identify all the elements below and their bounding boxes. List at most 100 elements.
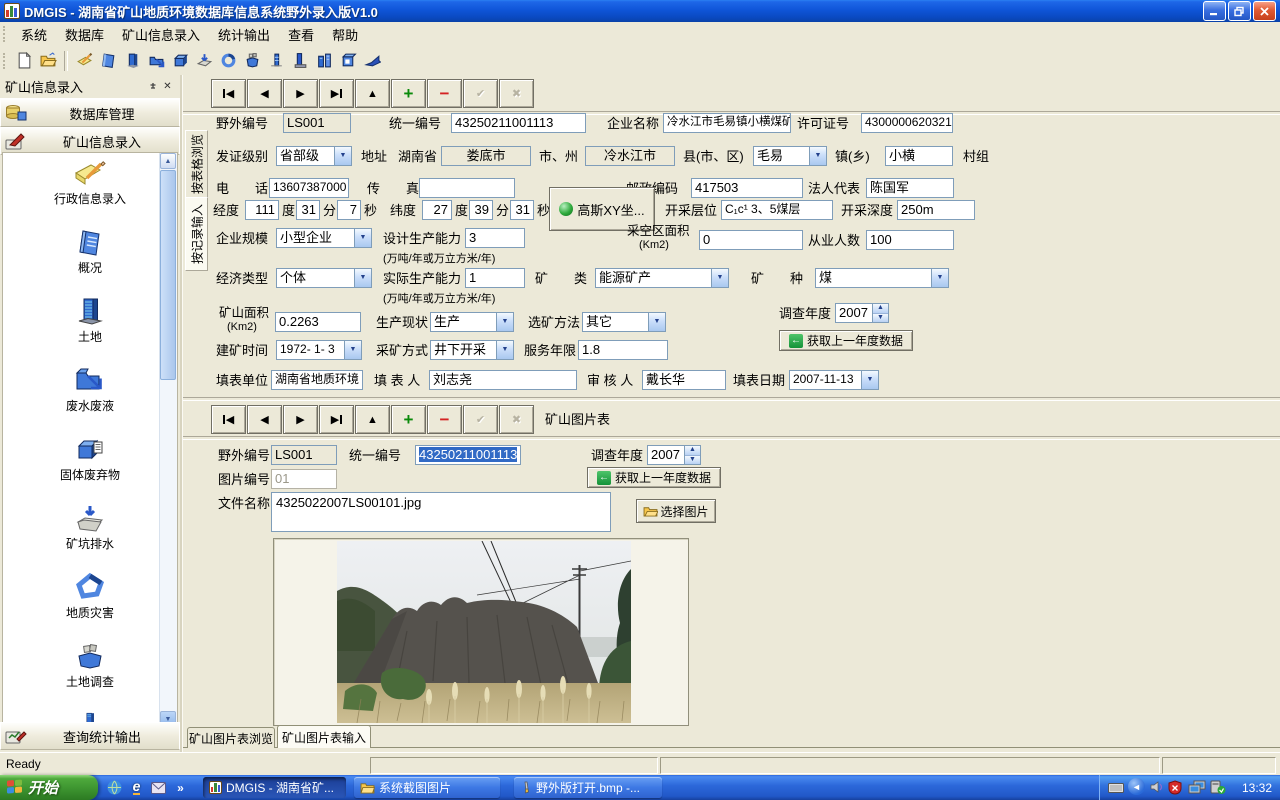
menu-mine-info-entry[interactable]: 矿山信息录入 <box>113 23 209 46</box>
field-ksmj[interactable]: 0.2263 <box>275 312 361 332</box>
panel-close-icon[interactable]: ✕ <box>160 80 175 94</box>
field-tybh[interactable]: 43250211001113 <box>451 113 586 133</box>
chevron-down-icon[interactable]: ▼ <box>711 269 728 287</box>
pin-icon[interactable] <box>145 80 160 94</box>
sidebar-item-geo-hazard[interactable]: 地质灾害 <box>3 567 177 636</box>
spinner2-dcnd[interactable]: 2007▲▼ <box>647 445 701 465</box>
sidebar-group-database[interactable]: 数据库管理 <box>0 99 180 127</box>
combo-klei[interactable]: 能源矿产▼ <box>595 268 729 288</box>
combo-kzhong[interactable]: 煤▼ <box>815 268 949 288</box>
toolbar-grip[interactable] <box>3 53 8 69</box>
keyboard-icon[interactable] <box>1108 780 1124 798</box>
sidebar-item-overview[interactable]: 概况 <box>3 222 177 291</box>
field-sjscnl[interactable]: 3 <box>465 228 525 248</box>
menubar-grip[interactable] <box>3 26 8 42</box>
chevron-down-icon[interactable]: ▼ <box>354 269 371 287</box>
chevron-down-icon[interactable]: ▼ <box>496 313 513 331</box>
nav2-insert-button[interactable]: + <box>391 405 426 434</box>
nav-up-button[interactable]: ▲ <box>355 79 390 108</box>
nav2-cancel-button[interactable]: ✖ <box>499 405 534 434</box>
minimize-button[interactable] <box>1203 1 1226 21</box>
wastewater-folder-icon[interactable] <box>145 50 167 72</box>
overview-notebook-icon[interactable] <box>97 50 119 72</box>
field-ckqmj[interactable]: 0 <box>699 230 803 250</box>
field-postal[interactable]: 417503 <box>691 178 803 198</box>
field-kcsd[interactable]: 250m <box>897 200 975 220</box>
quicklaunch-ie-icon[interactable]: e <box>128 779 145 796</box>
task-dmgis[interactable]: DMGIS - 湖南省矿... <box>203 777 346 798</box>
field-fax[interactable] <box>419 178 515 198</box>
field-lon-min[interactable]: 31 <box>296 200 320 220</box>
geohazard-ring-icon[interactable] <box>217 50 239 72</box>
field-lat-deg[interactable]: 27 <box>422 200 452 220</box>
nav2-post-button[interactable]: ✔ <box>463 405 498 434</box>
restore-button[interactable] <box>1228 1 1251 21</box>
combo-jjlx[interactable]: 个体▼ <box>276 268 372 288</box>
field2-tybh[interactable]: 43250211001113 <box>415 445 521 465</box>
scroll-up-icon[interactable]: ▲ <box>160 153 176 169</box>
nav-prior-button[interactable]: ◀ <box>247 79 282 108</box>
field-shr[interactable]: 戴长华 <box>642 370 726 390</box>
nav2-prior-button[interactable]: ◀ <box>247 405 282 434</box>
field-xkzh[interactable]: 4300000620321 <box>861 113 953 133</box>
language-bar-icon[interactable]: ◄ <box>1128 778 1145 795</box>
field-phone[interactable]: 13607387000 <box>269 178 349 198</box>
nav2-first-button[interactable]: ◀ <box>211 405 246 434</box>
titlebar[interactable]: DMGIS - 湖南省矿山地质环境数据库信息系统野外录入版V1.0 <box>0 0 1280 22</box>
menu-database[interactable]: 数据库 <box>56 23 113 46</box>
fetch2-prev-year-button[interactable]: ←获取上一年度数据 <box>587 467 721 488</box>
sidebar-item-land[interactable]: 土地 <box>3 291 177 360</box>
sidebar-item-wastewater[interactable]: 废水废液 <box>3 360 177 429</box>
tab-picture-entry[interactable]: 矿山图片表输入 <box>277 725 371 748</box>
output-column-icon[interactable] <box>289 50 311 72</box>
export-arrow-icon[interactable] <box>361 50 383 72</box>
task-folder[interactable]: 系统截图图片 <box>354 777 500 798</box>
field-town[interactable]: 小横 <box>885 146 953 166</box>
menu-system[interactable]: 系统 <box>12 23 56 46</box>
chevron-down-icon[interactable]: ▼ <box>931 269 948 287</box>
scrollbar-thumb[interactable] <box>160 170 176 380</box>
spinner-dcnd[interactable]: 2007▲▼ <box>835 303 889 323</box>
tab-picture-browse[interactable]: 矿山图片表浏览 <box>187 727 275 748</box>
field-lat-sec[interactable]: 31 <box>510 200 534 220</box>
chevron-down-icon[interactable]: ▼ <box>809 147 826 165</box>
quicklaunch-chevron-icon[interactable]: » <box>172 779 189 796</box>
chevron-down-icon[interactable]: ▼ <box>334 147 351 165</box>
combo-fzjb[interactable]: 省部级▼ <box>276 146 352 166</box>
vtab-table-view[interactable]: 按表格浏览 <box>185 130 208 198</box>
quicklaunch-mail-icon[interactable] <box>150 779 167 796</box>
chevron-down-icon[interactable]: ▼ <box>354 229 371 247</box>
combo-jksj[interactable]: 1972- 1- 3▼ <box>276 340 362 360</box>
nav2-next-button[interactable]: ▶ <box>283 405 318 434</box>
sidebar-group-query-output[interactable]: 查询统计输出 <box>0 722 180 750</box>
nav2-last-button[interactable]: ▶ <box>319 405 354 434</box>
solid-waste-box-icon[interactable] <box>169 50 191 72</box>
field-fwnx[interactable]: 1.8 <box>578 340 668 360</box>
chevron-down-icon[interactable]: ▼ <box>496 341 513 359</box>
field-lat-min[interactable]: 39 <box>469 200 493 220</box>
combo-qygm[interactable]: 小型企业▼ <box>276 228 372 248</box>
nav-post-button[interactable]: ✔ <box>463 79 498 108</box>
combo-ckfs[interactable]: 井下开采▼ <box>430 340 514 360</box>
network-monitors-icon[interactable] <box>1188 780 1206 799</box>
combo-xkff[interactable]: 其它▼ <box>582 312 666 332</box>
quicklaunch-desktop-icon[interactable] <box>106 779 123 796</box>
nav-delete-button[interactable]: − <box>427 79 462 108</box>
new-document-icon[interactable] <box>13 50 35 72</box>
field2-filename[interactable]: 4325022007LS00101.jpg <box>271 492 611 532</box>
field-tbr[interactable]: 刘志尧 <box>429 370 577 390</box>
task-paint[interactable]: 野外版打开.bmp -... <box>514 777 662 798</box>
nav-first-button[interactable]: ◀ <box>211 79 246 108</box>
field-tbdw[interactable]: 湖南省地质环境 <box>271 370 363 390</box>
combo-county[interactable]: 毛易▼ <box>753 146 827 166</box>
sidebar-group-mine-entry[interactable]: 矿山信息录入 <box>0 127 180 155</box>
security-shield-icon[interactable] <box>1168 780 1182 800</box>
sidebar-item-mine-drainage[interactable]: 矿坑排水 <box>3 498 177 567</box>
field-sjscnl2[interactable]: 1 <box>465 268 525 288</box>
sidebar-item-solid-waste[interactable]: 固体废弃物 <box>3 429 177 498</box>
info-box-icon[interactable] <box>337 50 359 72</box>
chevron-down-icon[interactable]: ▼ <box>344 341 361 359</box>
menu-help[interactable]: 帮助 <box>323 23 367 46</box>
nav-insert-button[interactable]: + <box>391 79 426 108</box>
field-lon-deg[interactable]: 111 <box>245 200 279 220</box>
